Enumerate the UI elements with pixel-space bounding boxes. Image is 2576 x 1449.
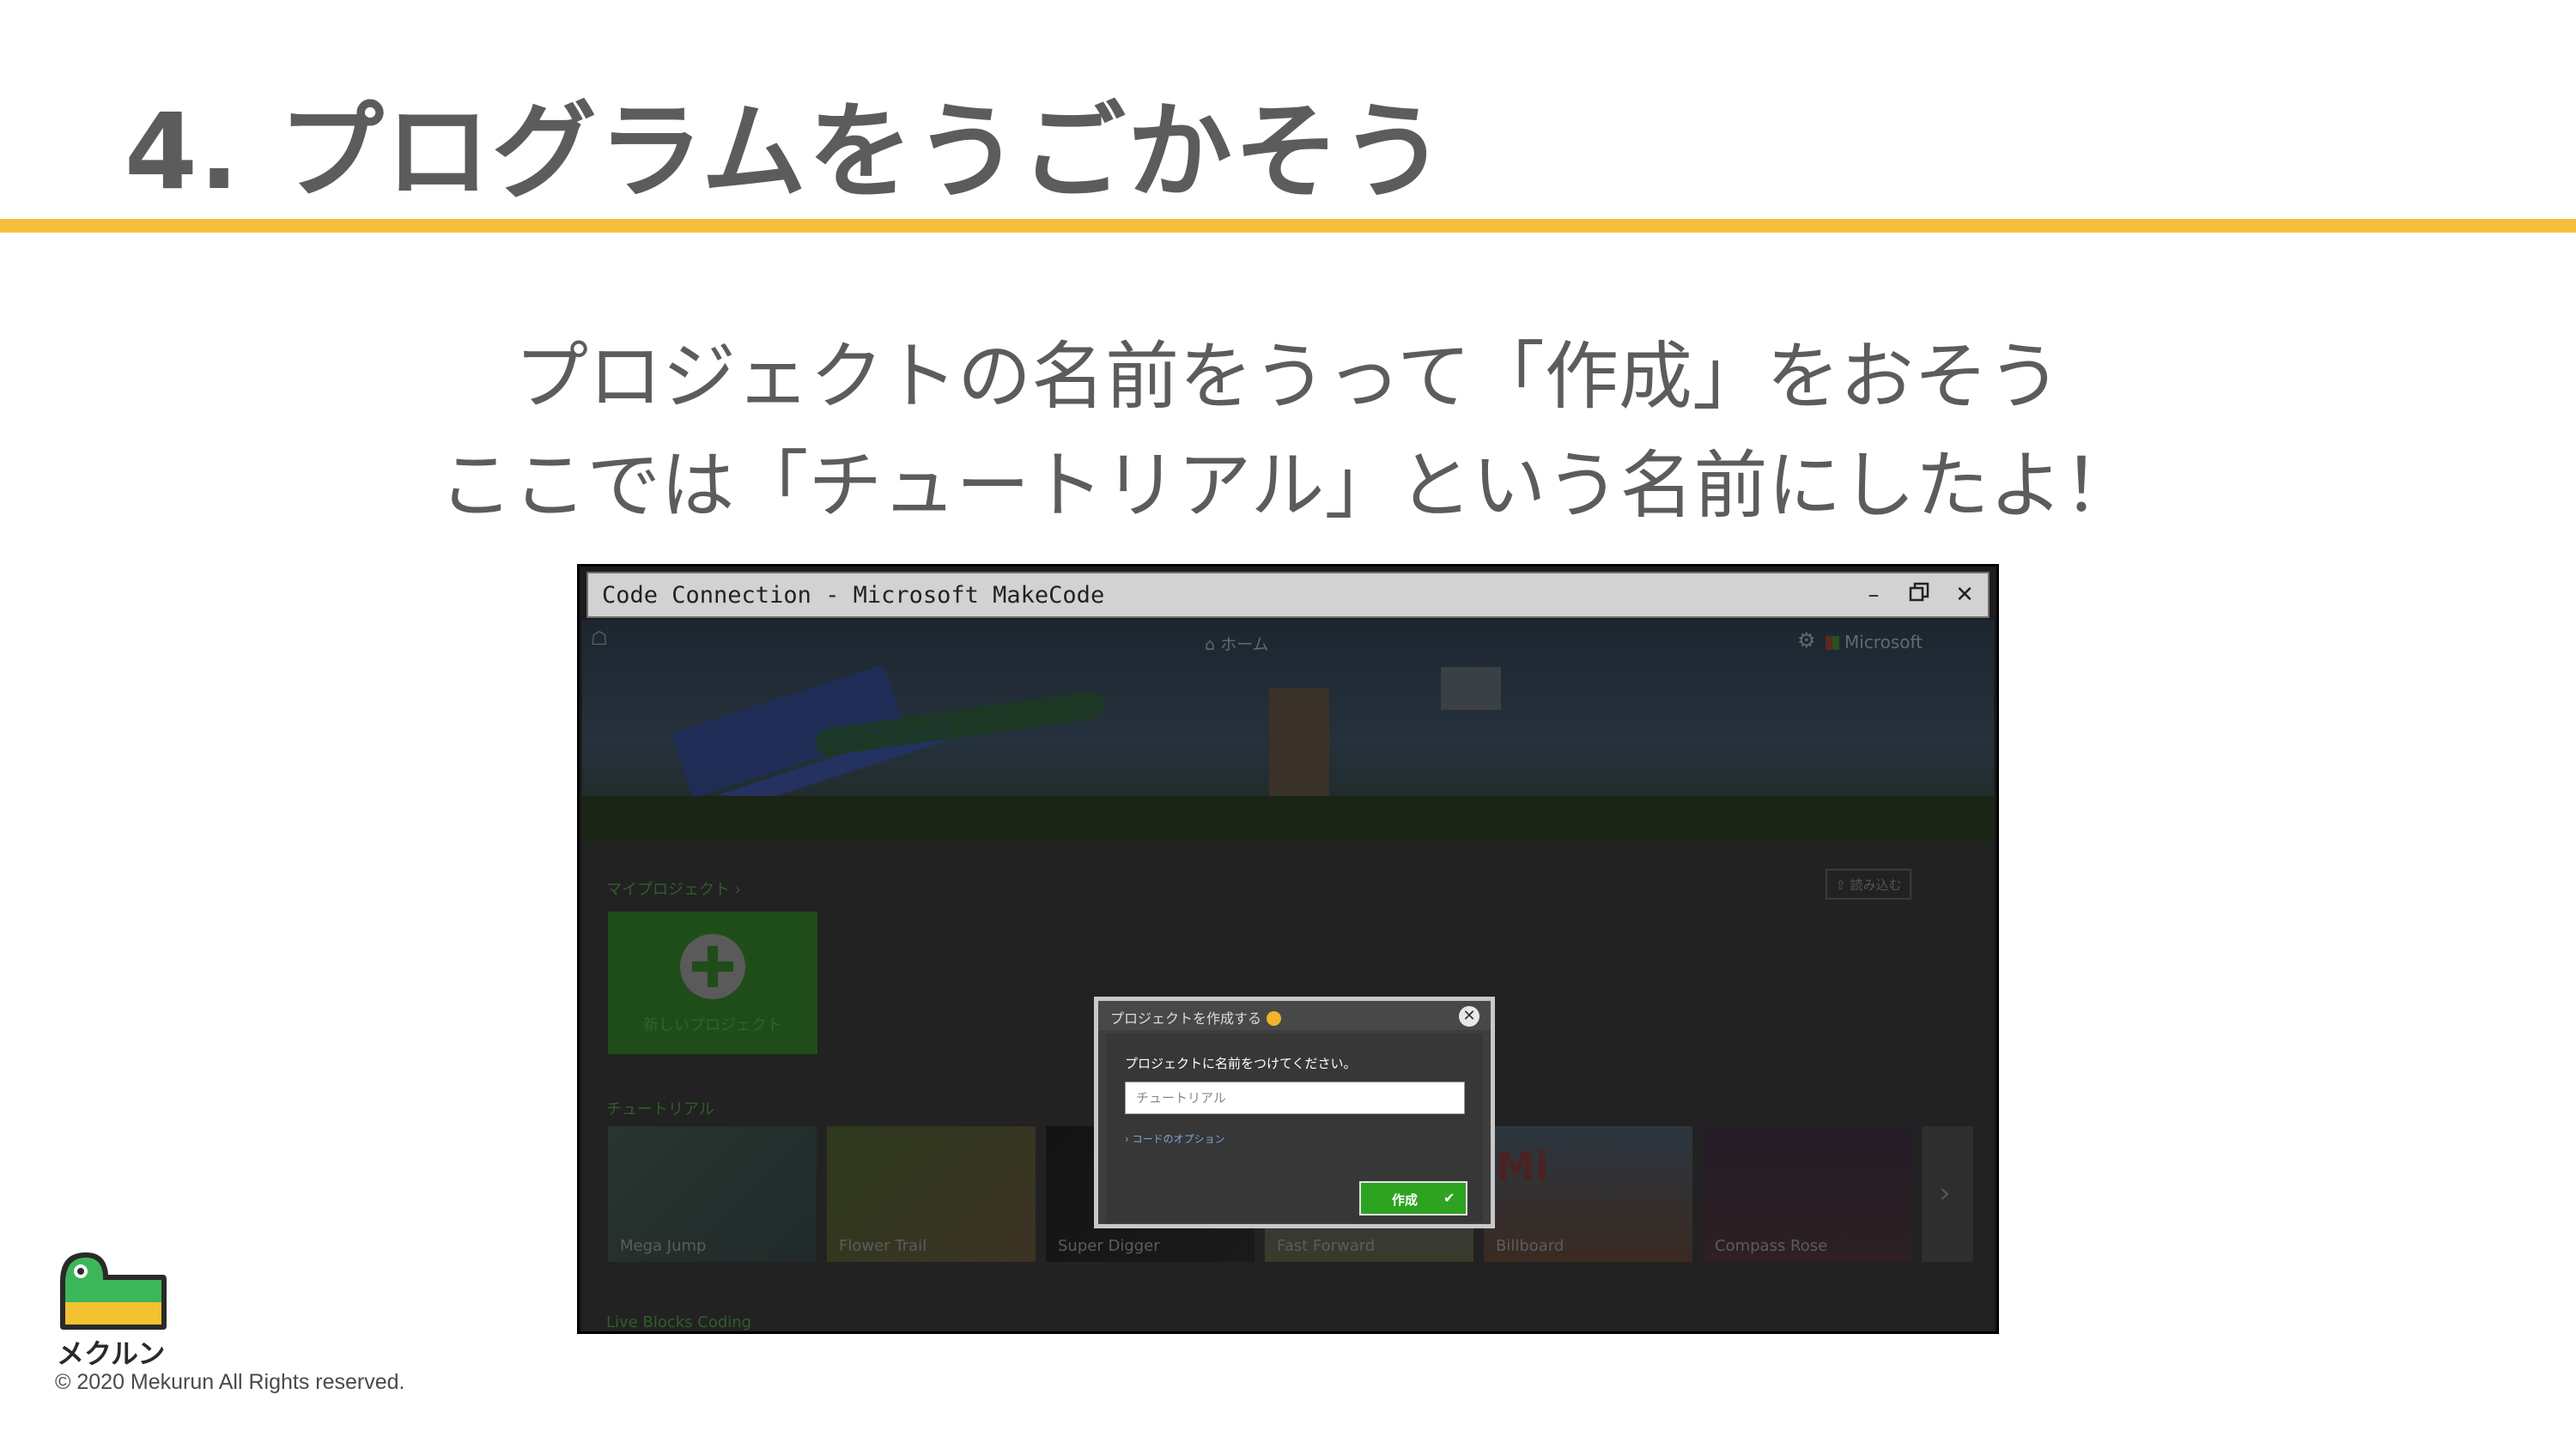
gear-icon[interactable]: ⚙ (1797, 628, 1816, 652)
billboard-art: Mi (1496, 1143, 1549, 1190)
logo-text: メクルン (57, 1337, 166, 1370)
tutorial-card[interactable]: Flower Trail (827, 1126, 1036, 1262)
tutorial-card-title: Flower Trail (839, 1237, 927, 1255)
code-options-link[interactable]: › コードのオプション (1125, 1131, 1225, 1146)
home-label: ホーム (1220, 635, 1269, 654)
tutorial-card-title: Billboard (1496, 1237, 1564, 1255)
hero-cloud (1441, 667, 1501, 710)
new-project-label: 新しいプロジェクト (643, 1016, 782, 1034)
tutorial-card-title: Fast Forward (1277, 1237, 1376, 1255)
live-blocks-heading: Live Blocks Coding (606, 1313, 752, 1331)
shield-icon[interactable]: ☖ (591, 628, 608, 650)
home-link[interactable]: ⌂ ホーム (1205, 632, 1269, 655)
upload-icon: ⇧ (1835, 877, 1850, 893)
title-underline (0, 219, 2576, 233)
minimize-icon[interactable]: – (1859, 580, 1888, 609)
tutorial-card-title: Compass Rose (1715, 1237, 1828, 1255)
emoji-icon (1267, 1011, 1282, 1026)
restore-icon[interactable] (1905, 580, 1934, 609)
dialog-body: プロジェクトに名前をつけてください。 チュートリアル › コードのオプション 作… (1106, 1034, 1483, 1222)
create-label: 作成 (1392, 1192, 1419, 1208)
dialog-prompt: プロジェクトに名前をつけてください。 (1125, 1056, 1357, 1071)
tutorial-card-partial[interactable]: › (1922, 1126, 1973, 1262)
hero-banner: ☖ ⌂ ホーム ⚙ Microsoft (582, 620, 1994, 843)
tutorials-heading: チュートリアル (606, 1100, 714, 1119)
my-projects-heading[interactable]: マイプロジェクト › (606, 877, 741, 900)
tutorial-card[interactable]: Mi Billboard (1484, 1126, 1692, 1262)
hero-ground (582, 796, 1994, 843)
dialog-title: プロジェクトを作成する (1110, 1007, 1282, 1028)
microsoft-logo: Microsoft (1826, 632, 1923, 652)
create-project-dialog: プロジェクトを作成する ✕ プロジェクトに名前をつけてください。 チュートリアル… (1094, 997, 1495, 1228)
close-icon[interactable]: ✕ (1950, 580, 1979, 609)
create-button[interactable]: 作成 ✔ (1359, 1181, 1467, 1216)
dialog-header: プロジェクトを作成する ✕ (1098, 1001, 1491, 1030)
dialog-title-text: プロジェクトを作成する (1110, 1010, 1262, 1027)
plus-icon (680, 934, 745, 999)
tutorial-card-title: Super Digger (1058, 1237, 1160, 1255)
check-icon: ✔ (1443, 1190, 1455, 1206)
makecode-app: ☖ ⌂ ホーム ⚙ Microsoft マイプロジェクト › ⇧ 読み込む 新し… (582, 620, 1994, 1331)
instruction-line-2: ここでは「チュートリアル」という名前にしたよ！ (439, 443, 2137, 529)
tutorial-card[interactable]: Mega Jump (608, 1126, 817, 1262)
project-name-input[interactable]: チュートリアル (1125, 1082, 1465, 1114)
chevron-right-icon[interactable]: › (1939, 1176, 1951, 1210)
window-titlebar[interactable]: Code Connection - Microsoft MakeCode – ✕ (586, 572, 1990, 618)
window-title: Code Connection - Microsoft MakeCode (602, 582, 1105, 609)
close-icon[interactable]: ✕ (1459, 1006, 1479, 1027)
tutorial-card[interactable]: Compass Rose (1703, 1126, 1911, 1262)
makecode-window: Code Connection - Microsoft MakeCode – ✕… (577, 564, 1999, 1334)
home-icon: ⌂ (1205, 635, 1221, 654)
tutorial-card-title: Mega Jump (620, 1237, 707, 1255)
copyright: © 2020 Mekurun All Rights reserved. (55, 1370, 405, 1394)
mekurun-logo (60, 1252, 167, 1330)
instruction-line-1: プロジェクトの名前をうって「作成」をおそう (514, 334, 2062, 420)
slide-title: 4. プログラムをうごかそう (125, 91, 1448, 213)
import-button[interactable]: ⇧ 読み込む (1826, 869, 1911, 900)
import-label: 読み込む (1850, 877, 1902, 893)
new-project-card[interactable]: 新しいプロジェクト (608, 912, 817, 1054)
